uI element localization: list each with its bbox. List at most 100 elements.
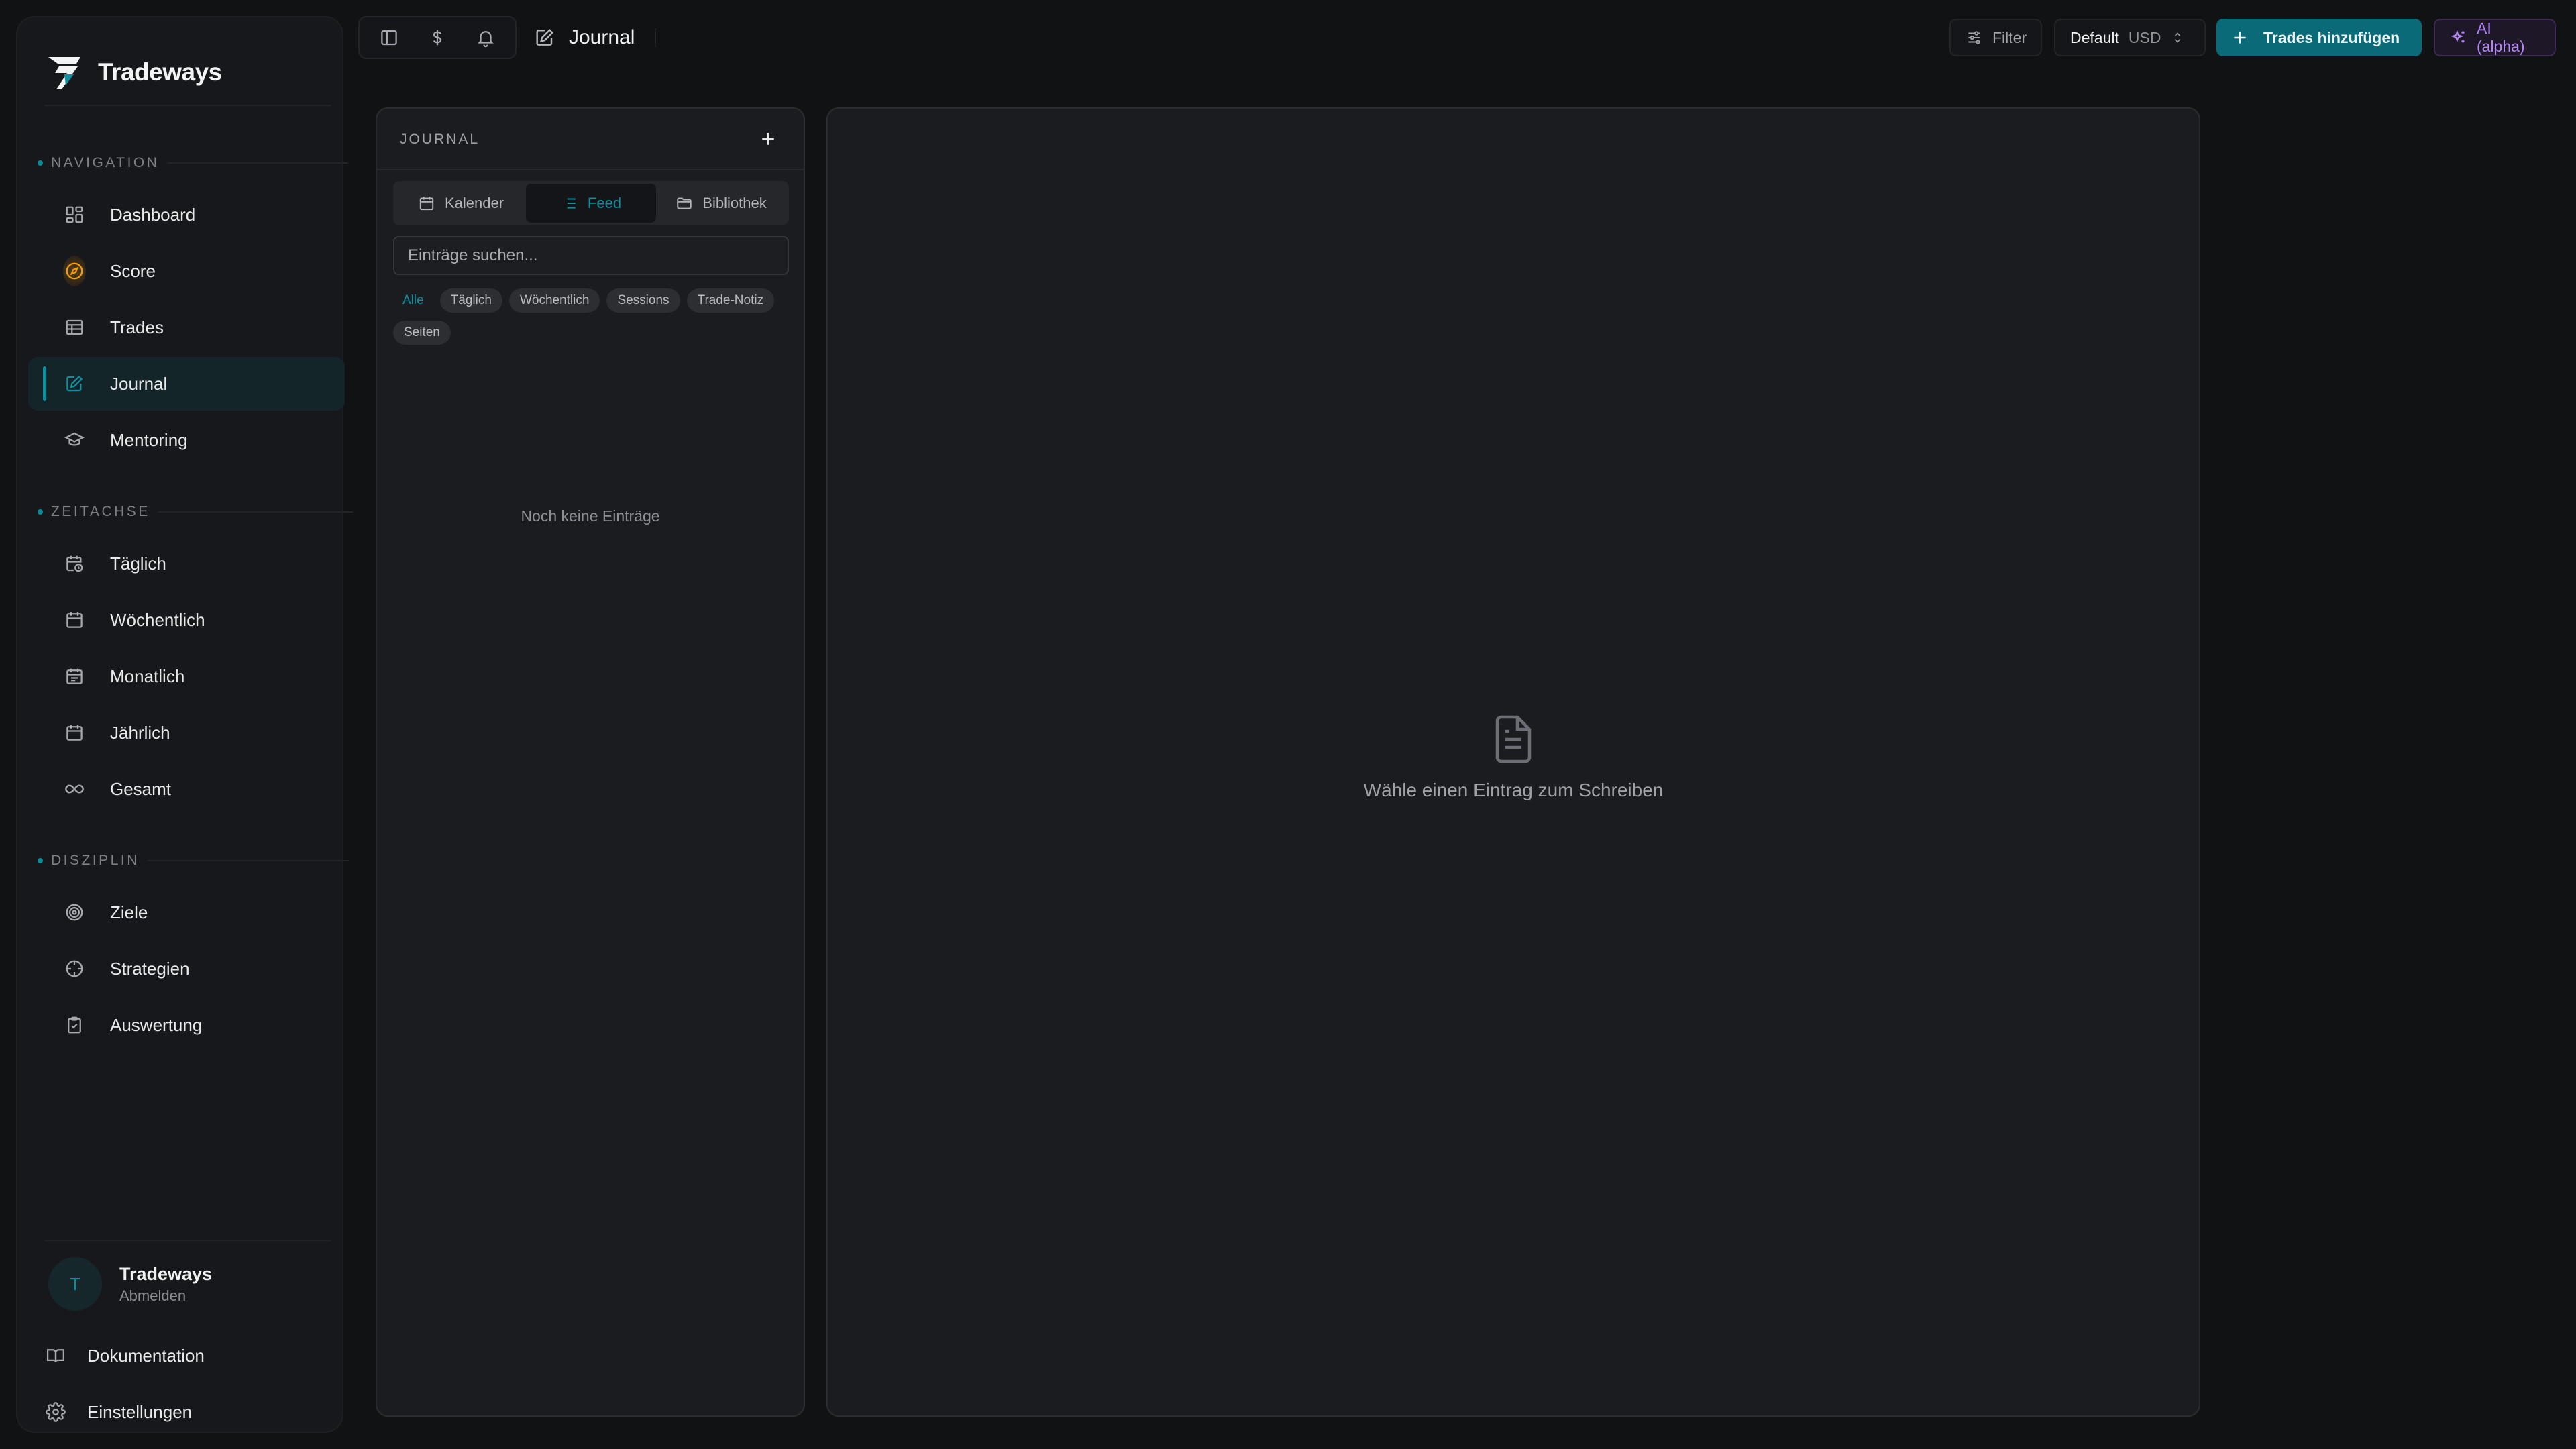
list-icon	[561, 195, 578, 212]
sliders-icon	[1966, 29, 1983, 46]
sidebar-item-strategien[interactable]: Strategien	[28, 942, 345, 996]
sidebar-item-score[interactable]: Score	[28, 244, 345, 298]
divider	[44, 1240, 331, 1241]
infinity-icon	[63, 777, 86, 800]
calendar-clock-icon	[63, 552, 86, 575]
toolbar-button-group	[358, 16, 517, 59]
entry-type-filters: Alle Täglich Wöchentlich Sessions Trade-…	[393, 288, 796, 345]
sidebar-item-jaehrlich[interactable]: Jährlich	[28, 706, 345, 759]
sidebar: Tradeways NAVIGATION Dashboard Score Tra…	[16, 16, 353, 1436]
sidebar-item-label: Score	[110, 260, 156, 281]
page-title: Journal	[569, 26, 635, 48]
sidebar-item-label: Ziele	[110, 902, 148, 922]
sidebar-item-label: Auswertung	[110, 1014, 203, 1035]
editor-panel: Wähle einen Eintrag zum Schreiben	[826, 107, 2200, 1417]
sidebar-item-label: Journal	[110, 373, 168, 394]
sidebar-item-label: Täglich	[110, 553, 166, 574]
target-icon	[63, 901, 86, 924]
sidebar-item-woechentlich[interactable]: Wöchentlich	[28, 593, 345, 647]
sparkles-icon	[2450, 29, 2467, 46]
file-text-icon	[1489, 712, 1538, 766]
section-label-zeitachse: ZEITACHSE	[38, 502, 353, 522]
empty-list-message: Noch keine Einträge	[521, 507, 660, 525]
tab-feed[interactable]: Feed	[526, 184, 656, 223]
documentation-link[interactable]: Dokumentation	[44, 1332, 205, 1379]
table-icon	[63, 316, 86, 339]
account-select[interactable]: Default USD	[2054, 19, 2206, 56]
section-label-navigation: NAVIGATION	[38, 153, 349, 173]
settings-link[interactable]: Einstellungen	[44, 1389, 192, 1436]
dollar-icon[interactable]	[421, 21, 453, 54]
sidebar-item-taeglich[interactable]: Täglich	[28, 537, 345, 590]
brand-logo[interactable]: Tradeways	[44, 38, 222, 107]
settings-gear-icon	[44, 1401, 67, 1424]
editor-empty-text: Wähle einen Eintrag zum Schreiben	[1363, 780, 1664, 800]
sidebar-item-monatlich[interactable]: Monatlich	[28, 649, 345, 703]
add-trades-button[interactable]: Trades hinzufügen	[2216, 19, 2422, 56]
user-profile[interactable]: T Tradeways Abmelden	[48, 1257, 212, 1311]
edit-square-icon	[63, 372, 86, 395]
journal-panel: JOURNAL Kalender Feed Bibliothek Alle Tä	[376, 107, 805, 1417]
clipboard-check-icon	[63, 1014, 86, 1036]
sidebar-item-dashboard[interactable]: Dashboard	[28, 188, 345, 241]
sidebar-toggle-icon[interactable]	[373, 21, 405, 54]
crosshair-icon	[63, 957, 86, 980]
tab-kalender[interactable]: Kalender	[396, 184, 526, 223]
filter-label: Filter	[1992, 28, 2027, 46]
section-label-disziplin: DISZIPLIN	[38, 851, 349, 871]
sidebar-item-mentoring[interactable]: Mentoring	[28, 413, 345, 467]
calendar-year-icon	[63, 721, 86, 744]
chip-woechentlich[interactable]: Wöchentlich	[508, 288, 600, 313]
logout-link[interactable]: Abmelden	[119, 1287, 212, 1305]
journal-title: JOURNAL	[400, 131, 480, 147]
currency-label: USD	[2128, 28, 2161, 46]
sidebar-item-ziele[interactable]: Ziele	[28, 885, 345, 939]
compass-icon	[63, 256, 86, 286]
chip-trade-notiz[interactable]: Trade-Notiz	[686, 288, 775, 313]
sidebar-item-label: Jährlich	[110, 722, 170, 743]
calendar-icon	[63, 665, 86, 688]
sidebar-item-label: Wöchentlich	[110, 609, 205, 630]
folder-icon	[676, 195, 693, 212]
brand-name: Tradeways	[98, 58, 222, 86]
sidebar-item-label: Strategien	[110, 958, 190, 979]
sidebar-item-trades[interactable]: Trades	[28, 301, 345, 354]
dashboard-grid-icon	[63, 203, 86, 226]
chip-seiten[interactable]: Seiten	[393, 321, 451, 345]
sidebar-item-label: Trades	[110, 317, 164, 337]
ai-button[interactable]: AI (alpha)	[2434, 19, 2556, 56]
sidebar-item-label: Dashboard	[110, 204, 196, 225]
sidebar-item-label: Monatlich	[110, 665, 185, 686]
chip-alle[interactable]: Alle	[393, 288, 433, 313]
search-input[interactable]	[393, 236, 789, 275]
sidebar-item-auswertung[interactable]: Auswertung	[28, 998, 345, 1052]
sidebar-item-gesamt[interactable]: Gesamt	[28, 762, 345, 816]
divider	[44, 105, 331, 106]
settings-label: Einstellungen	[87, 1401, 193, 1422]
breadcrumb: Journal	[534, 16, 635, 59]
chevron-updown-icon	[2170, 30, 2185, 45]
plus-icon	[2231, 29, 2249, 46]
avatar: T	[48, 1257, 102, 1311]
journal-header: JOURNAL	[377, 109, 804, 170]
ai-label: AI (alpha)	[2477, 19, 2525, 55]
tab-label: Feed	[587, 195, 622, 211]
divider	[655, 28, 656, 47]
account-label: Default	[2070, 28, 2119, 46]
add-entry-button[interactable]	[758, 129, 778, 149]
tab-bibliothek[interactable]: Bibliothek	[656, 184, 786, 223]
graduation-cap-icon	[63, 429, 86, 451]
sidebar-item-label: Gesamt	[110, 778, 172, 799]
bell-icon[interactable]	[470, 21, 502, 54]
add-trades-label: Trades hinzufügen	[2263, 28, 2400, 46]
sidebar-item-journal[interactable]: Journal	[28, 357, 345, 411]
editor-empty-state: Wähle einen Eintrag zum Schreiben	[828, 712, 2199, 801]
calendar-days-icon	[63, 608, 86, 631]
filter-button[interactable]: Filter	[1949, 19, 2042, 56]
tab-label: Bibliothek	[702, 195, 767, 211]
chip-taeglich[interactable]: Täglich	[439, 288, 502, 313]
chip-sessions[interactable]: Sessions	[606, 288, 680, 313]
tab-label: Kalender	[444, 195, 504, 211]
book-icon	[44, 1344, 67, 1367]
calendar-icon	[418, 195, 435, 212]
